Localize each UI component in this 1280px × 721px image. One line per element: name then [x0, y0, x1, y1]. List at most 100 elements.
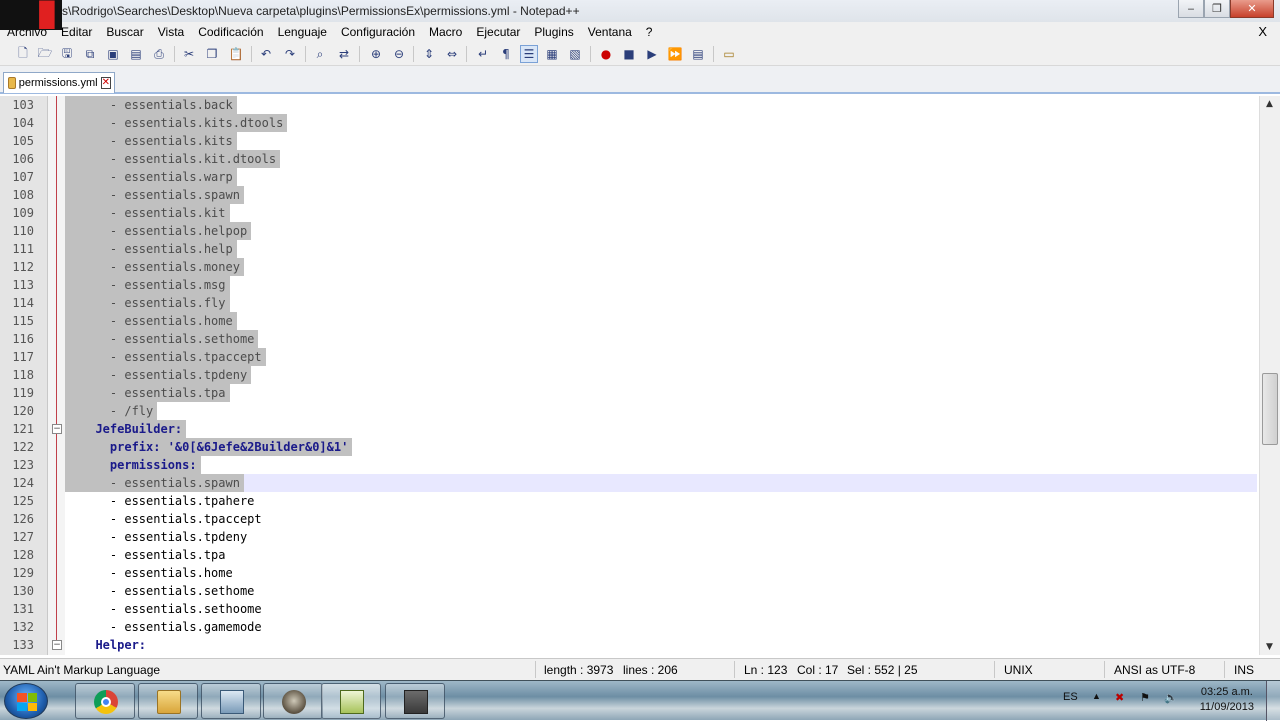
volume-icon[interactable]: 🔈 — [1164, 691, 1178, 704]
menu-plugins[interactable]: Plugins — [527, 25, 580, 39]
code-line[interactable]: 127 - essentials.tpdeny — [0, 528, 1259, 546]
replace-icon[interactable]: ⇄ — [335, 45, 353, 63]
show-hidden-icons-icon[interactable]: ▲ — [1092, 691, 1101, 701]
code-line[interactable]: 112 - essentials.money — [0, 258, 1259, 276]
code-line[interactable]: 103 - essentials.back — [0, 96, 1259, 114]
tab-permissions-yml[interactable]: permissions.yml ✕ — [3, 72, 115, 93]
code-line[interactable]: 122 prefix: '&0[&6Jefe&2Builder&0]&1' — [0, 438, 1259, 456]
scroll-up-arrow-icon[interactable]: ▲ — [1266, 99, 1273, 109]
macro-play-icon[interactable]: ▶ — [643, 45, 661, 63]
taskbar-gimp-button[interactable] — [263, 683, 323, 719]
code-line[interactable]: 132 - essentials.gamemode — [0, 618, 1259, 636]
close-document-button[interactable]: X — [1251, 24, 1274, 39]
word-wrap-icon[interactable]: ↵ — [474, 45, 492, 63]
doc-map-icon[interactable]: ▦ — [543, 45, 561, 63]
open-file-icon[interactable]: 🗁 — [36, 45, 54, 63]
tab-close-icon[interactable]: ✕ — [100, 77, 111, 89]
code-line[interactable]: 116 - essentials.sethome — [0, 330, 1259, 348]
redo-icon[interactable]: ↷ — [281, 45, 299, 63]
menu-ejecutar[interactable]: Ejecutar — [469, 25, 527, 39]
status-eol[interactable]: UNIX — [1004, 663, 1033, 677]
function-list-icon[interactable]: ▧ — [566, 45, 584, 63]
code-line[interactable]: 124 - essentials.spawn — [0, 474, 1259, 492]
indent-guide-icon[interactable]: ☰ — [520, 45, 538, 63]
folder-workspace-icon[interactable]: ▭ — [720, 45, 738, 63]
print-icon[interactable]: ⎙ — [150, 45, 168, 63]
status-insert-mode[interactable]: INS — [1234, 663, 1254, 677]
code-line[interactable]: 130 - essentials.sethome — [0, 582, 1259, 600]
copy-icon[interactable]: ❐ — [203, 45, 221, 63]
code-line[interactable]: 120 - /fly — [0, 402, 1259, 420]
taskbar-minecraft-server-button[interactable] — [385, 683, 445, 719]
taskbar-control-panel-button[interactable] — [201, 683, 261, 719]
scroll-down-arrow-icon[interactable]: ▼ — [1266, 642, 1273, 652]
code-line[interactable]: 106 - essentials.kit.dtools — [0, 150, 1259, 168]
code-line[interactable]: 129 - essentials.home — [0, 564, 1259, 582]
macro-record-icon[interactable]: ● — [597, 45, 615, 63]
editor-area[interactable]: 103 - essentials.back 104 - essentials.ki… — [0, 96, 1259, 655]
zoom-in-icon[interactable]: ⊕ — [367, 45, 385, 63]
menu-ventana[interactable]: Ventana — [581, 25, 639, 39]
code-line[interactable]: 125 - essentials.tpahere — [0, 492, 1259, 510]
network-status-icon[interactable]: ✖ — [1115, 691, 1124, 704]
code-line[interactable]: 109 - essentials.kit — [0, 204, 1259, 222]
code-line[interactable]: 114 - essentials.fly — [0, 294, 1259, 312]
macro-play-multi-icon[interactable]: ⏩ — [666, 45, 684, 63]
close-window-button[interactable]: ✕ — [1230, 0, 1274, 18]
taskbar-chrome-button[interactable] — [75, 683, 135, 719]
menu-codificacion[interactable]: Codificación — [191, 25, 270, 39]
code-line[interactable]: 128 - essentials.tpa — [0, 546, 1259, 564]
new-file-icon[interactable]: 🗋 — [14, 45, 32, 63]
code-line[interactable]: 119 - essentials.tpa — [0, 384, 1259, 402]
macro-stop-icon[interactable]: ■ — [620, 45, 638, 63]
code-line[interactable]: 113 - essentials.msg — [0, 276, 1259, 294]
show-desktop-button[interactable] — [1266, 681, 1280, 721]
minimize-button[interactable]: ‒ — [1178, 0, 1204, 18]
show-all-chars-icon[interactable]: ¶ — [497, 45, 515, 63]
code-line[interactable]: 107 - essentials.warp — [0, 168, 1259, 186]
macro-save-icon[interactable]: ▤ — [689, 45, 707, 63]
menu-configuracion[interactable]: Configuración — [334, 25, 422, 39]
find-icon[interactable]: ⌕ — [311, 45, 329, 63]
taskbar-notepadpp-button[interactable] — [321, 683, 381, 719]
action-center-icon[interactable]: ⚑ — [1140, 691, 1150, 704]
vertical-scrollbar[interactable]: ▲ ▼ — [1259, 96, 1280, 655]
sync-h-icon[interactable]: ⇔ — [443, 45, 461, 63]
paste-icon[interactable]: 📋 — [227, 45, 245, 63]
menu-help[interactable]: ? — [639, 25, 660, 39]
save-all-icon[interactable]: ⧉ — [81, 45, 99, 63]
status-encoding[interactable]: ANSI as UTF-8 — [1114, 663, 1195, 677]
fold-toggle-icon[interactable]: − — [52, 640, 62, 650]
maximize-button[interactable]: ❐ — [1204, 0, 1230, 18]
taskbar-explorer-button[interactable] — [138, 683, 198, 719]
fold-toggle-icon[interactable]: − — [52, 424, 62, 434]
code-line[interactable]: 123 permissions: — [0, 456, 1259, 474]
code-line[interactable]: 126 - essentials.tpaccept — [0, 510, 1259, 528]
sync-v-icon[interactable]: ⇕ — [420, 45, 438, 63]
language-indicator[interactable]: ES — [1063, 691, 1078, 703]
code-line[interactable]: 115 - essentials.home — [0, 312, 1259, 330]
menu-lenguaje[interactable]: Lenguaje — [271, 25, 334, 39]
code-line[interactable]: 131 - essentials.sethoome — [0, 600, 1259, 618]
code-line[interactable]: 110 - essentials.helpop — [0, 222, 1259, 240]
menu-macro[interactable]: Macro — [422, 25, 469, 39]
code-line[interactable]: 104 - essentials.kits.dtools — [0, 114, 1259, 132]
zoom-out-icon[interactable]: ⊖ — [390, 45, 408, 63]
menu-vista[interactable]: Vista — [151, 25, 191, 39]
undo-icon[interactable]: ↶ — [257, 45, 275, 63]
code-line[interactable]: 105 - essentials.kits — [0, 132, 1259, 150]
code-line[interactable]: 121 JefeBuilder: — [0, 420, 1259, 438]
close-icon[interactable]: ▣ — [104, 45, 122, 63]
cut-icon[interactable]: ✂ — [180, 45, 198, 63]
start-button[interactable] — [4, 683, 48, 719]
scrollbar-thumb[interactable] — [1262, 373, 1278, 445]
code-line[interactable]: 108 - essentials.spawn — [0, 186, 1259, 204]
system-clock[interactable]: 03:25 a.m. 11/09/2013 — [1200, 685, 1254, 715]
code-line[interactable]: 111 - essentials.help — [0, 240, 1259, 258]
save-icon[interactable]: 🖫 — [58, 45, 76, 63]
code-line[interactable]: 118 - essentials.tpdeny — [0, 366, 1259, 384]
code-line[interactable]: 133 Helper: — [0, 636, 1259, 654]
menu-buscar[interactable]: Buscar — [99, 25, 150, 39]
code-line[interactable]: 117 - essentials.tpaccept — [0, 348, 1259, 366]
close-all-icon[interactable]: ▤ — [127, 45, 145, 63]
